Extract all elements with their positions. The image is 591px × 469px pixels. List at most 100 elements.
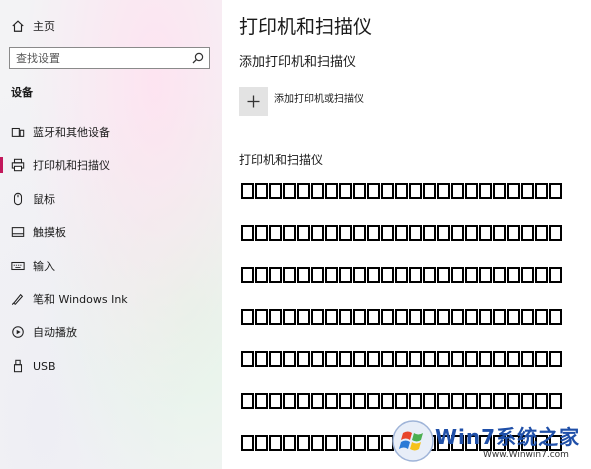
- printer-list-item[interactable]: [241, 181, 562, 201]
- tofu-glyph: [255, 183, 268, 199]
- tofu-glyph: [423, 225, 436, 241]
- section-heading-devices: 设备: [11, 86, 33, 99]
- tofu-glyph: [381, 309, 394, 325]
- tofu-glyph: [465, 267, 478, 283]
- tofu-glyph: [283, 225, 296, 241]
- sidebar-item-bluetooth[interactable]: 蓝牙和其他设备: [0, 119, 222, 145]
- autoplay-icon: [10, 324, 26, 340]
- tofu-glyph: [269, 351, 282, 367]
- printer-list-item[interactable]: [241, 265, 562, 285]
- tofu-glyph: [423, 183, 436, 199]
- tofu-glyph: [535, 351, 548, 367]
- tofu-glyph: [535, 309, 548, 325]
- tofu-glyph: [535, 183, 548, 199]
- tofu-glyph: [409, 267, 422, 283]
- tofu-glyph: [367, 225, 380, 241]
- tofu-glyph: [353, 309, 366, 325]
- tofu-glyph: [269, 225, 282, 241]
- tofu-glyph: [255, 435, 268, 451]
- tofu-glyph: [241, 393, 254, 409]
- tofu-glyph: [297, 309, 310, 325]
- home-icon: [10, 18, 26, 34]
- tofu-glyph: [339, 435, 352, 451]
- add-printer-button[interactable]: [239, 87, 268, 116]
- tofu-glyph: [367, 435, 380, 451]
- tofu-glyph: [353, 393, 366, 409]
- printers-list-heading: 打印机和扫描仪: [239, 153, 324, 167]
- tofu-glyph: [507, 393, 520, 409]
- tofu-glyph: [465, 183, 478, 199]
- tofu-glyph: [325, 351, 338, 367]
- sidebar-item-pen[interactable]: 笔和 Windows Ink: [0, 286, 222, 312]
- tofu-glyph: [269, 393, 282, 409]
- home-nav-item[interactable]: 主页: [0, 13, 222, 39]
- tofu-glyph: [381, 393, 394, 409]
- tofu-glyph: [437, 183, 450, 199]
- tofu-glyph: [311, 393, 324, 409]
- tofu-glyph: [423, 267, 436, 283]
- tofu-glyph: [241, 225, 254, 241]
- tofu-glyph: [339, 225, 352, 241]
- search-box[interactable]: [9, 47, 210, 69]
- sidebar-item-label: 自动播放: [33, 326, 77, 339]
- tofu-glyph: [423, 393, 436, 409]
- printer-list-item[interactable]: [241, 307, 562, 327]
- tofu-glyph: [255, 267, 268, 283]
- tofu-glyph: [479, 267, 492, 283]
- printer-list-item[interactable]: [241, 223, 562, 243]
- sidebar-item-label: 蓝牙和其他设备: [33, 126, 110, 139]
- keyboard-icon: [10, 258, 26, 274]
- sidebar-item-autoplay[interactable]: 自动播放: [0, 319, 222, 345]
- tofu-glyph: [311, 351, 324, 367]
- sidebar-item-mouse[interactable]: 鼠标: [0, 186, 222, 212]
- sidebar-item-typing[interactable]: 输入: [0, 253, 222, 279]
- tofu-glyph: [535, 393, 548, 409]
- tofu-glyph: [255, 393, 268, 409]
- tofu-glyph: [423, 351, 436, 367]
- tofu-glyph: [297, 435, 310, 451]
- tofu-glyph: [283, 183, 296, 199]
- tofu-glyph: [325, 267, 338, 283]
- search-icon[interactable]: [192, 52, 204, 64]
- tofu-glyph: [465, 351, 478, 367]
- tofu-glyph: [479, 225, 492, 241]
- tofu-glyph: [479, 309, 492, 325]
- printer-list-item[interactable]: [241, 391, 562, 411]
- tofu-glyph: [437, 309, 450, 325]
- tofu-glyph: [507, 225, 520, 241]
- tofu-glyph: [507, 351, 520, 367]
- tofu-glyph: [339, 309, 352, 325]
- tofu-glyph: [353, 435, 366, 451]
- tofu-glyph: [493, 267, 506, 283]
- tofu-glyph: [395, 183, 408, 199]
- tofu-glyph: [381, 351, 394, 367]
- tofu-glyph: [437, 225, 450, 241]
- tofu-glyph: [353, 225, 366, 241]
- tofu-glyph: [241, 351, 254, 367]
- tofu-glyph: [507, 183, 520, 199]
- tofu-glyph: [367, 351, 380, 367]
- tofu-glyph: [395, 393, 408, 409]
- bluetooth-devices-icon: [10, 124, 26, 140]
- add-printer-label[interactable]: 添加打印机或扫描仪: [274, 90, 364, 105]
- tofu-glyph: [241, 267, 254, 283]
- tofu-glyph: [339, 183, 352, 199]
- tofu-glyph: [395, 351, 408, 367]
- tofu-glyph: [367, 393, 380, 409]
- sidebar-item-usb[interactable]: USB: [0, 353, 222, 379]
- tofu-glyph: [297, 351, 310, 367]
- plus-icon: [247, 95, 260, 108]
- printer-list-item[interactable]: [241, 349, 562, 369]
- tofu-glyph: [409, 225, 422, 241]
- search-input[interactable]: [16, 50, 186, 66]
- active-indicator: [0, 157, 3, 173]
- tofu-glyph: [325, 309, 338, 325]
- tofu-glyph: [479, 393, 492, 409]
- tofu-glyph: [297, 267, 310, 283]
- tofu-glyph: [269, 309, 282, 325]
- sidebar-item-touchpad[interactable]: 触摸板: [0, 219, 222, 245]
- sidebar-item-printers[interactable]: 打印机和扫描仪: [0, 152, 222, 178]
- tofu-glyph: [437, 351, 450, 367]
- watermark-logo-text: Win7系统之家: [435, 425, 581, 449]
- page-title: 打印机和扫描仪: [239, 16, 373, 38]
